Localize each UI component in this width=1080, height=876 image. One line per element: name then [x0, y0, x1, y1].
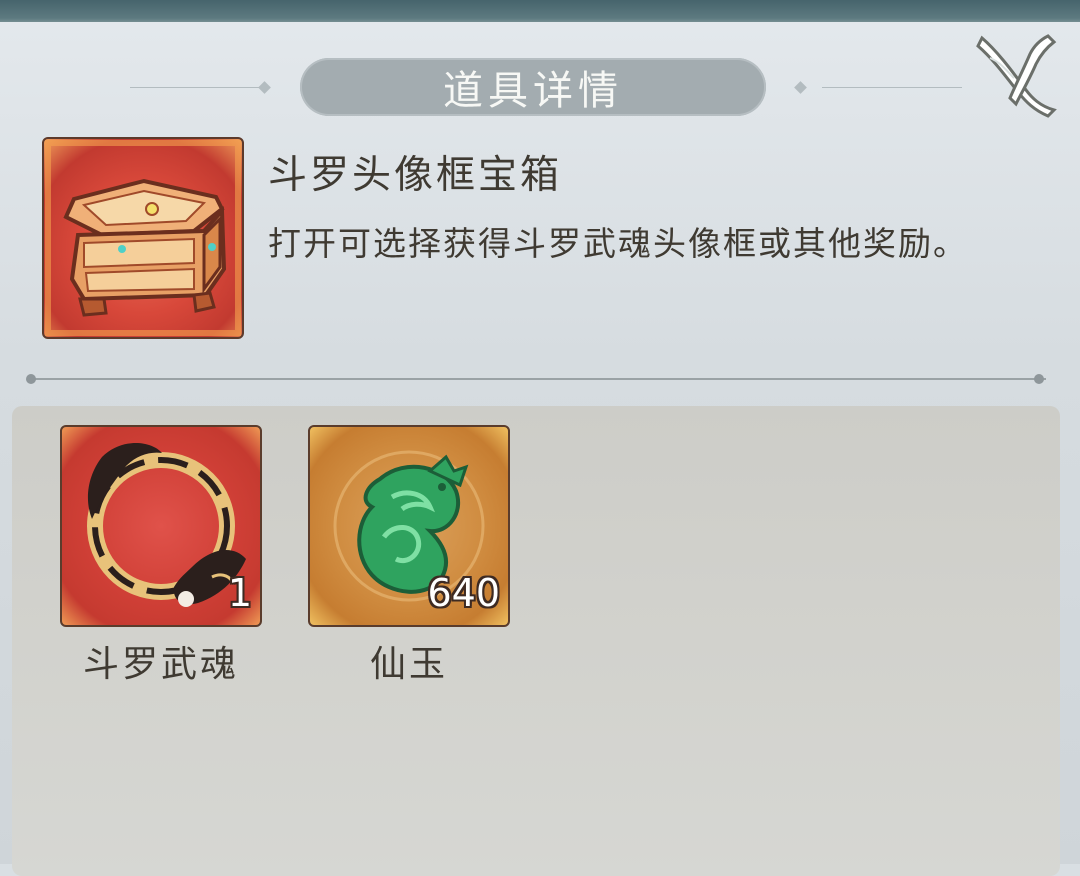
reward-count: 640	[427, 571, 500, 615]
title-ornament-line-right	[822, 87, 962, 88]
item-description: 打开可选择获得斗罗武魂头像框或其他奖励。	[268, 224, 968, 263]
divider-dot-left	[26, 374, 36, 384]
reward-count: 1	[227, 571, 252, 615]
section-divider	[30, 378, 1046, 380]
dialog-title-banner: 道具详情	[0, 56, 1080, 120]
reward-frame: 1	[60, 425, 262, 627]
item-icon	[42, 137, 244, 339]
dialog-title: 道具详情	[443, 68, 623, 114]
reward-frame: 640	[308, 425, 510, 627]
item-name: 斗罗头像框宝箱	[268, 153, 563, 198]
reward-label: 仙玉	[369, 644, 448, 685]
close-button[interactable]	[970, 28, 1062, 120]
reward-item-xianyu[interactable]: 640 仙玉	[308, 425, 510, 687]
divider-dot-right	[1034, 374, 1044, 384]
treasure-chest-icon	[45, 140, 241, 336]
title-ornament-line-left	[130, 87, 260, 88]
title-ornament-dot-right	[794, 81, 807, 94]
reward-label: 斗罗武魂	[82, 644, 239, 685]
title-ornament-dot-left	[258, 81, 271, 94]
title-pill: 道具详情	[300, 58, 766, 116]
close-x-icon	[976, 34, 1057, 118]
reward-item-douluo-wuhun[interactable]: 1 斗罗武魂	[60, 425, 262, 687]
